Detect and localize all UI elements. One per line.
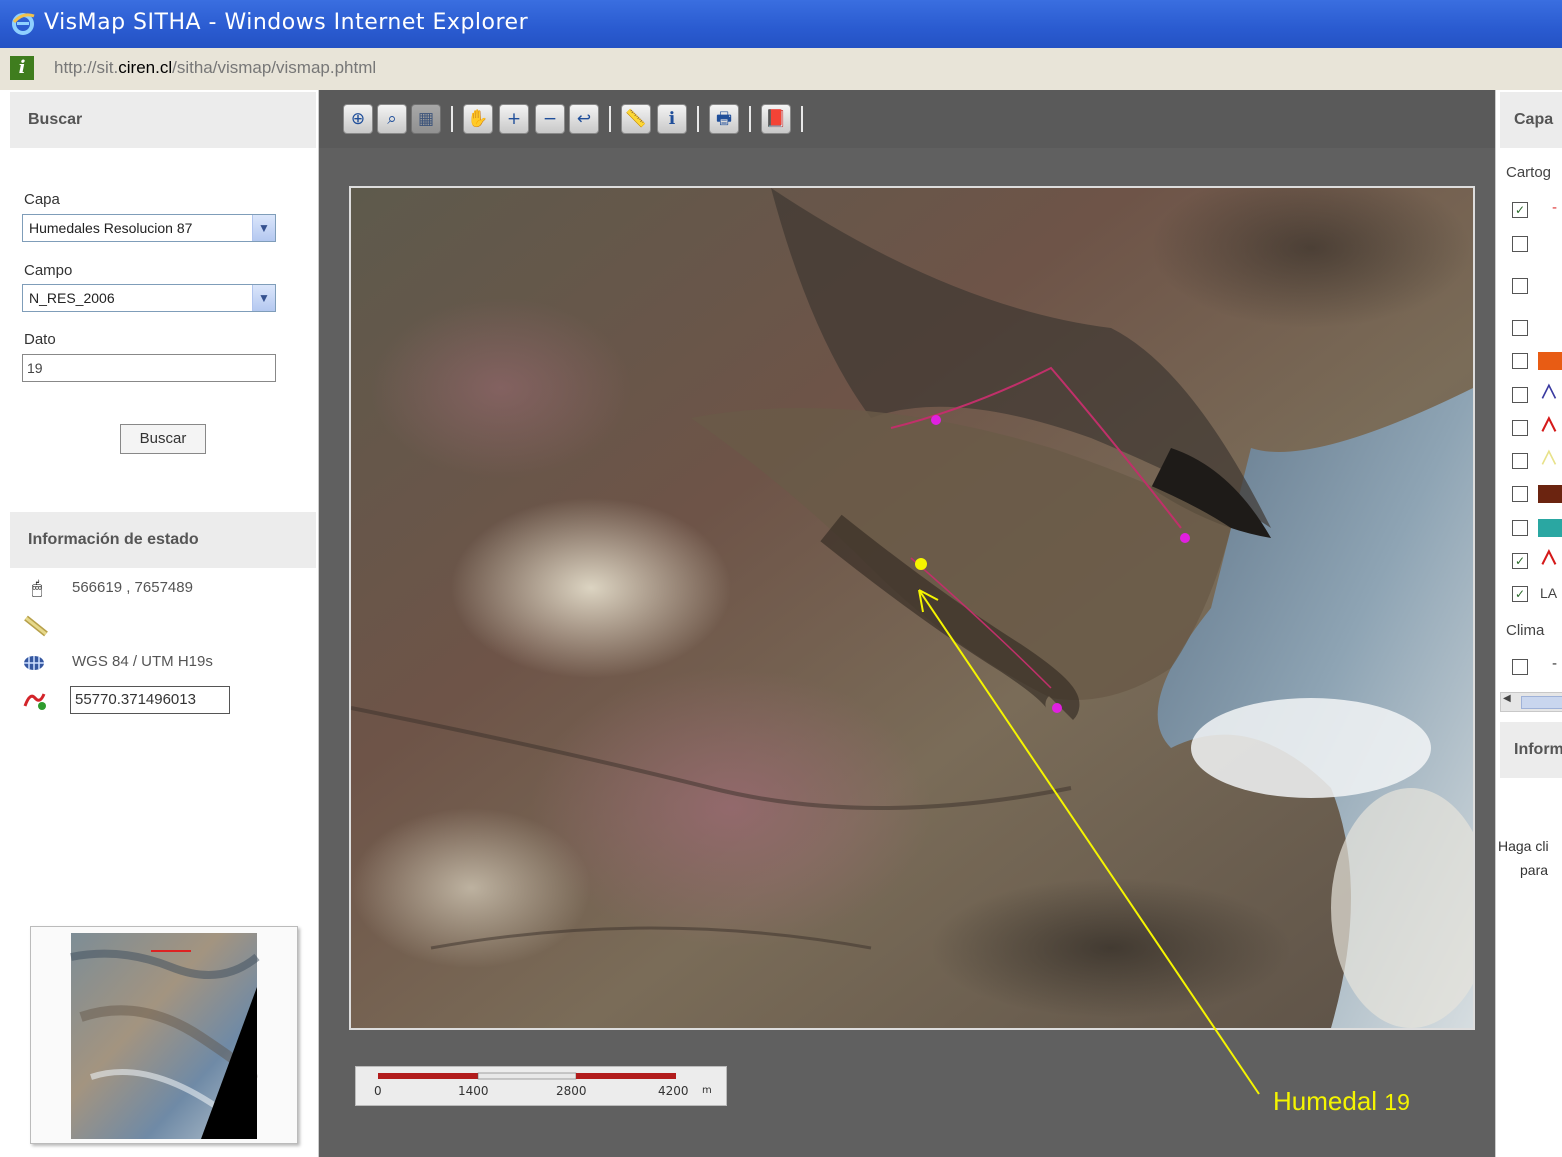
chevron-down-icon[interactable]: ▼ [252,215,275,241]
internet-explorer-icon [12,13,35,35]
scroll-left-icon[interactable]: ◀ [1503,693,1511,704]
layer-line-blue-icon [1541,383,1557,399]
ruler-icon [24,615,48,637]
page-info-icon[interactable]: i [10,56,34,80]
layer-label-la: LA [1540,585,1558,601]
scale-tick: 0 [374,1084,382,1098]
status-panel-header: Información de estado [10,512,316,568]
map-area: ⊕ ⌕ ▦ ✋ + − ↩ 📏 ℹ 🖶 📕 Humedal 19 0 1400 … [319,90,1495,1157]
campo-select[interactable]: N_RES_2006 ▼ [22,284,276,312]
layer-checkbox[interactable] [1512,659,1528,675]
layer-checkbox[interactable]: ✓ [1512,553,1528,569]
overview-map[interactable] [30,926,298,1144]
refresh-icon[interactable]: ▦ [411,104,441,134]
toolbar-separator [697,106,699,132]
toolbar-separator [451,106,453,132]
dato-label: Dato [24,331,56,348]
scale-bar-graphic [378,1072,676,1080]
layer-checkbox[interactable] [1512,387,1528,403]
url-prefix: http://sit. [54,58,119,77]
identify-icon[interactable]: ℹ [657,104,687,134]
layer-group-climate: Clima [1506,622,1545,639]
layer-line-yellow-icon [1541,449,1557,465]
distance-icon [23,693,46,710]
overview-map-image [70,933,260,1139]
layer-checkbox[interactable] [1512,353,1528,369]
print-icon[interactable]: 🖶 [709,104,739,134]
map-toolbar: ⊕ ⌕ ▦ ✋ + − ↩ 📏 ℹ 🖶 📕 [319,90,1495,148]
pan-hand-icon[interactable]: ✋ [463,104,493,134]
globe-grid-icon [24,656,44,670]
cursor-coordinates: 566619 , 7657489 [72,579,193,596]
address-bar[interactable]: i http://sit.ciren.cl/sitha/vismap/visma… [0,48,1562,91]
layer-checkbox[interactable] [1512,453,1528,469]
layer-checkbox[interactable]: ✓ [1512,202,1528,218]
layer-group-cartography: Cartog [1506,164,1552,181]
capa-select[interactable]: Humedales Resolucion 87 ▼ [22,214,276,242]
layer-checkbox[interactable] [1512,236,1528,252]
toolbar-separator [749,106,751,132]
zoom-select-icon[interactable]: ⌕ [377,104,407,134]
mouse-icon: 🖱 [31,578,43,599]
chevron-down-icon[interactable]: ▼ [252,285,275,311]
capa-select-value: Humedales Resolucion 87 [29,220,193,236]
layer-line-symbol-icon: - [1552,200,1558,216]
layer-checkbox[interactable] [1512,486,1528,502]
layer-checkbox[interactable] [1512,520,1528,536]
layer-swatch-orange [1538,352,1562,370]
scale-tick: 2800 [556,1084,587,1098]
humedal-annotation: Humedal 19 [1273,1086,1410,1117]
distance-value: 55770.371496013 [70,686,230,714]
zoom-out-icon[interactable]: − [535,104,565,134]
layer-line-symbol-icon: - [1552,656,1558,672]
help-book-icon[interactable]: 📕 [761,104,791,134]
scale-tick: 1400 [458,1084,489,1098]
campo-select-value: N_RES_2006 [29,290,115,306]
humedal-annotation-number: 19 [1384,1089,1410,1115]
window-title: VisMap SITHA - Windows Internet Explorer [44,10,529,35]
humedal-annotation-label: Humedal [1273,1086,1378,1116]
annotation-arrow [918,589,1260,1095]
layer-checkbox[interactable] [1512,420,1528,436]
layer-swatch-brown [1538,485,1562,503]
toolbar-separator [609,106,611,132]
projection-text: WGS 84 / UTM H19s [72,653,213,670]
layer-checkbox[interactable] [1512,278,1528,294]
campo-label: Campo [24,262,73,279]
zoom-in-icon[interactable]: + [499,104,529,134]
capa-label: Capa [24,191,60,208]
address-url[interactable]: http://sit.ciren.cl/sitha/vismap/vismap.… [54,58,376,78]
layer-swatch-teal [1538,519,1562,537]
layer-line-red-icon [1541,548,1557,565]
scale-tick: 4200 [658,1084,689,1098]
left-panel: Buscar Capa Humedales Resolucion 87 ▼ Ca… [0,90,319,1157]
info-panel-header: Inform [1500,722,1562,778]
search-panel-header: Buscar [10,92,316,148]
layer-line-red-icon [1541,415,1557,432]
toolbar-separator [801,106,803,132]
scale-bar: 0 1400 2800 4200 m [355,1066,727,1106]
url-domain: ciren.cl [118,58,173,77]
dato-input[interactable]: 19 [22,354,276,382]
window-titlebar: VisMap SITHA - Windows Internet Explorer [0,0,1562,48]
scale-unit: m [702,1085,712,1096]
layer-checkbox[interactable] [1512,320,1528,336]
measure-tool-icon[interactable]: 📏 [621,104,651,134]
zoom-previous-icon[interactable]: ↩ [569,104,599,134]
horizontal-scrollbar[interactable]: ◀ [1500,692,1562,712]
info-help-text-line1: Haga cli [1498,838,1549,854]
layer-checkbox[interactable]: ✓ [1512,586,1528,602]
full-extent-icon[interactable]: ⊕ [343,104,373,134]
layers-panel-header: Capa [1500,92,1562,148]
search-button[interactable]: Buscar [120,424,206,454]
right-panel: Capa Cartog ✓ - ✓ ✓ LA Clima - ◀ Inform … [1495,90,1562,1157]
scrollbar-thumb[interactable] [1521,696,1562,709]
url-path: /sitha/vismap/vismap.phtml [172,58,377,77]
info-help-text-line2: para [1520,862,1549,878]
